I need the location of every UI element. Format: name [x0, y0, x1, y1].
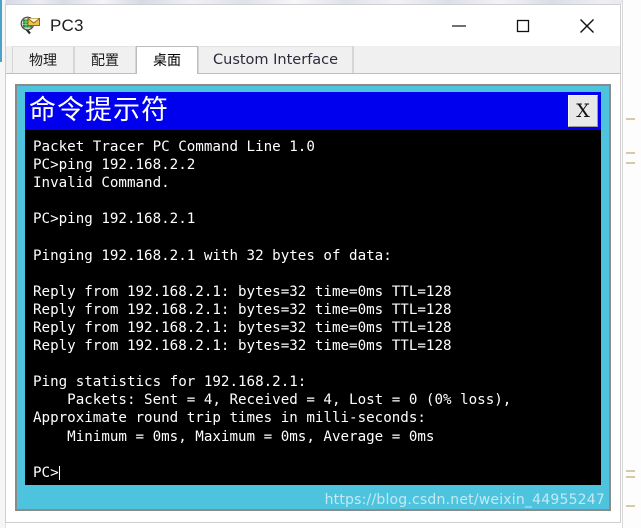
- tab-config[interactable]: 配置: [74, 46, 136, 73]
- command-prompt-titlebar: 命令提示符 X: [25, 92, 601, 130]
- terminal-output: Packet Tracer PC Command Line 1.0 PC>pin…: [33, 139, 512, 481]
- pc-window: PC3 物理 配置 桌面 Custom Interface 命令提示符 X Pa…: [5, 4, 621, 523]
- maximize-button[interactable]: [500, 5, 546, 46]
- desktop-pane: 命令提示符 X Packet Tracer PC Command Line 1.…: [6, 74, 620, 522]
- tab-bar-filler: [353, 46, 620, 73]
- background-right-ticks: [626, 0, 638, 528]
- window-titlebar: PC3: [6, 5, 620, 46]
- command-prompt-window: 命令提示符 X Packet Tracer PC Command Line 1.…: [15, 84, 611, 511]
- command-prompt-title: 命令提示符: [29, 95, 169, 126]
- tab-physical[interactable]: 物理: [12, 46, 74, 73]
- maximize-icon: [516, 19, 530, 32]
- close-icon: [580, 18, 594, 33]
- close-button[interactable]: [564, 5, 610, 46]
- background-accent-left: [0, 0, 2, 62]
- packet-tracer-pc-icon: [19, 15, 41, 37]
- watermark-text: https://blog.csdn.net/weixin_44955247: [324, 492, 605, 508]
- minimize-button[interactable]: [436, 5, 482, 46]
- tab-desktop[interactable]: 桌面: [136, 46, 198, 74]
- command-prompt-frame: 命令提示符 X Packet Tracer PC Command Line 1.…: [19, 88, 607, 507]
- window-title: PC3: [50, 15, 84, 35]
- tab-bar: 物理 配置 桌面 Custom Interface: [6, 46, 620, 74]
- tab-custom-interface[interactable]: Custom Interface: [198, 46, 354, 73]
- minimize-icon: [452, 24, 466, 27]
- terminal-caret: [58, 465, 60, 480]
- terminal-screen[interactable]: Packet Tracer PC Command Line 1.0 PC>pin…: [25, 130, 601, 485]
- command-prompt-close-button[interactable]: X: [568, 95, 598, 127]
